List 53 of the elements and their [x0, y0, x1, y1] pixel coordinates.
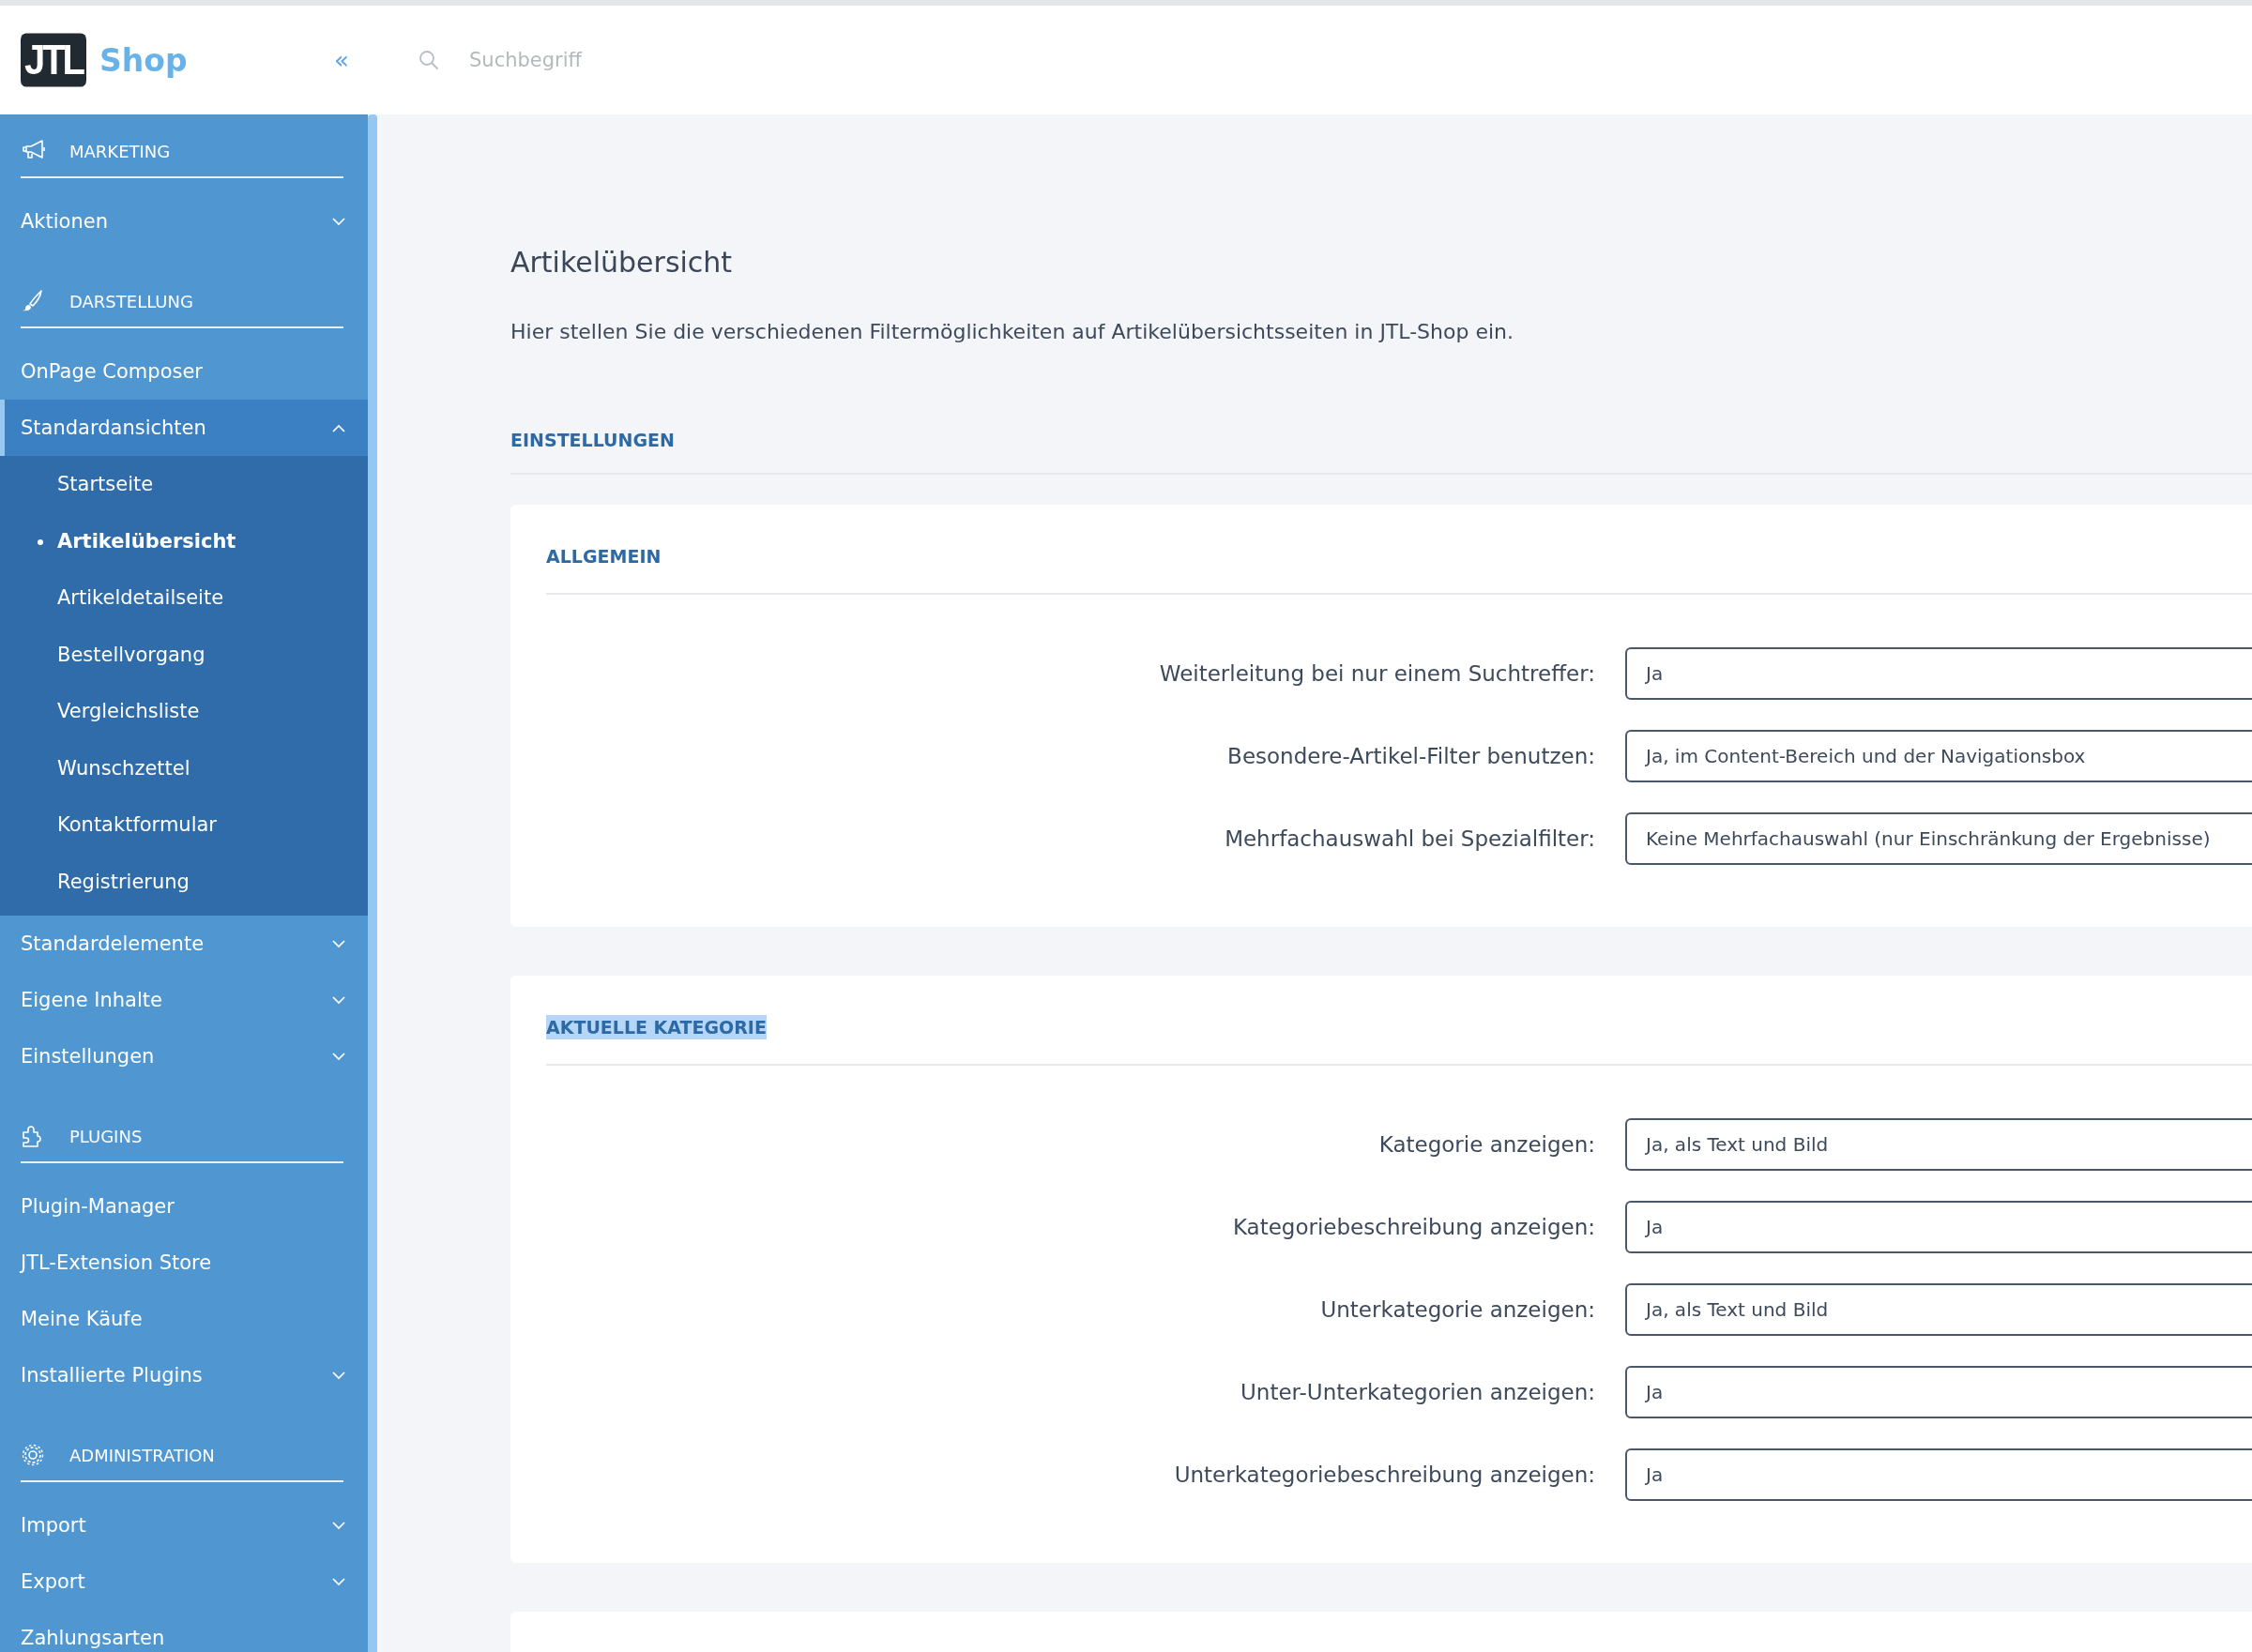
- bullet-icon: [38, 538, 43, 545]
- select-field[interactable]: Keine Mehrfachauswahl (nur Einschränkung der Ergebnisse): [1625, 812, 2252, 865]
- nav-item[interactable]: JTL-Extension Store: [0, 1235, 368, 1291]
- scrollbar[interactable]: [368, 114, 377, 1652]
- select-field[interactable]: Ja: [1625, 647, 2252, 700]
- nav-item[interactable]: Standardelemente: [0, 916, 368, 972]
- nav-item[interactable]: Aktionen: [0, 193, 368, 250]
- logo-mark: JTL: [21, 33, 86, 87]
- section-heading: PLUGINS: [69, 1126, 143, 1146]
- field-label: Unter-Unterkategorien anzeigen:: [1240, 1380, 1596, 1404]
- select-field[interactable]: Ja: [1625, 1448, 2252, 1501]
- page-title: Artikelübersicht: [510, 246, 734, 279]
- select-field[interactable]: Ja: [1625, 1366, 2252, 1418]
- submenu-item[interactable]: Artikelübersicht: [0, 512, 368, 569]
- nav-item[interactable]: Export: [0, 1553, 368, 1610]
- search-icon: [418, 50, 439, 70]
- field-label: Weiterleitung bei nur einem Suchtreffer:: [1158, 661, 1596, 686]
- section-heading: MARKETING: [69, 141, 171, 161]
- field-label: Kategorie anzeigen:: [1377, 1132, 1596, 1157]
- field-label: Kategoriebeschreibung anzeigen:: [1231, 1215, 1596, 1239]
- submenu-item[interactable]: Vergleichsliste: [0, 683, 368, 740]
- page-description: Hier stellen Sie die verschiedenen Filtermöglichkeiten auf Artikelübersichtsseiten in JTL-Shop ein.: [510, 320, 1515, 343]
- logo-text: Shop: [99, 41, 188, 79]
- submenu-item[interactable]: Kontaktformular: [0, 796, 368, 854]
- submenu-item[interactable]: Bestellvorgang: [0, 626, 368, 683]
- nav-item[interactable]: OnPage Composer: [0, 343, 368, 400]
- collapse-toggle[interactable]: «: [330, 46, 353, 74]
- nav-item[interactable]: Meine Käufe: [0, 1291, 368, 1347]
- nav-item[interactable]: Plugin-Manager: [0, 1178, 368, 1235]
- nav-item[interactable]: Zahlungsarten: [0, 1610, 368, 1652]
- select-field[interactable]: Ja, als Text und Bild: [1625, 1283, 2252, 1336]
- nav-item[interactable]: Einstellungen: [0, 1028, 368, 1084]
- nav-item[interactable]: Standardansichten: [0, 400, 368, 456]
- section-heading: EINSTELLUNGEN: [510, 430, 2252, 475]
- nav-item[interactable]: Installierte Plugins: [0, 1347, 368, 1403]
- nav-item[interactable]: Eigene Inhalte: [0, 972, 368, 1028]
- field-label: Besondere-Artikel-Filter benutzen:: [1226, 744, 1596, 768]
- card-heading: ALLGEMEIN: [546, 545, 662, 568]
- field-label: Mehrfachauswahl bei Spezialfilter:: [1224, 826, 1596, 851]
- select-field[interactable]: Ja, im Content-Bereich und der Navigationsbox: [1625, 730, 2252, 782]
- field-label: Unterkategorie anzeigen:: [1319, 1297, 1596, 1322]
- field-label: Unterkategoriebeschreibung anzeigen:: [1173, 1463, 1596, 1487]
- submenu-item[interactable]: Artikeldetailseite: [0, 569, 368, 627]
- submenu-item[interactable]: Wunschzettel: [0, 739, 368, 796]
- submenu-item[interactable]: Registrierung: [0, 853, 368, 910]
- section-heading: ADMINISTRATION: [69, 1445, 215, 1465]
- nav-item[interactable]: Import: [0, 1497, 368, 1553]
- submenu-item[interactable]: Startseite: [0, 456, 368, 513]
- select-field[interactable]: Ja, als Text und Bild: [1625, 1118, 2252, 1171]
- card-heading: AKTUELLE KATEGORIE: [546, 1015, 767, 1039]
- section-heading: DARSTELLUNG: [69, 291, 193, 311]
- select-field[interactable]: Ja: [1625, 1201, 2252, 1253]
- search-field[interactable]: Suchbegriff: [467, 48, 846, 72]
